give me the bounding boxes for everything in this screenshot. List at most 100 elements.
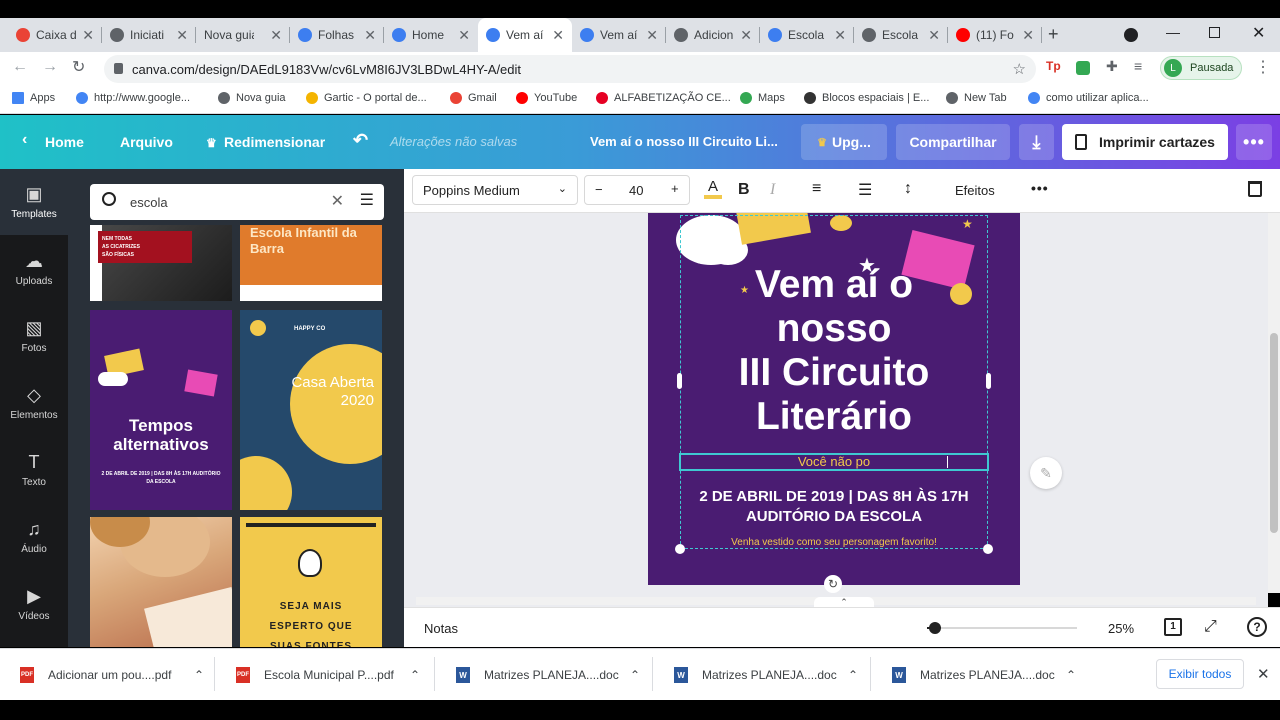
clear-search-icon[interactable]: ✕ <box>331 191 344 211</box>
template-thumbnail[interactable]: SEJA MAIS ESPERTO QUE SUAS FONTES <box>240 517 382 647</box>
browser-tab[interactable]: Escola ✕ <box>760 18 854 52</box>
bookmark-item[interactable]: YouTube <box>516 92 577 104</box>
close-tab-icon[interactable]: ✕ <box>834 27 846 44</box>
download-item[interactable]: W Matrizes PLANEJA....doc ⌃ <box>456 667 640 683</box>
rail-item-vídeos[interactable]: ▶ Vídeos <box>0 571 68 637</box>
close-tab-icon[interactable]: ✕ <box>458 27 470 44</box>
browser-tab[interactable]: Iniciati ✕ <box>102 18 196 52</box>
page-count-button[interactable]: 1 <box>1164 618 1182 636</box>
document-title[interactable]: Vem aí o nosso III Circuito Li... <box>590 134 778 149</box>
close-tab-icon[interactable]: ✕ <box>82 27 94 44</box>
trash-icon[interactable] <box>1248 181 1262 197</box>
show-all-downloads-button[interactable]: Exibir todos <box>1156 659 1244 689</box>
close-downloads-icon[interactable]: ✕ <box>1257 665 1270 683</box>
bookmark-item[interactable]: Gmail <box>450 92 497 104</box>
bookmark-star-icon[interactable]: ☆ <box>1013 60 1026 78</box>
template-thumbnail[interactable]: NEM TODAS AS CICATRIZES SÃO FÍSICAS <box>90 225 232 301</box>
rail-item-templates[interactable]: ▣ Templates <box>0 169 68 235</box>
poster-page[interactable]: ★ ★ ★ Vem aí o nosso III Circuito Literá… <box>648 213 1020 585</box>
download-item[interactable]: PDF Escola Municipal P....pdf ⌃ <box>236 667 420 683</box>
browser-tab[interactable]: Vem aí ✕ <box>478 18 572 52</box>
close-tab-icon[interactable]: ✕ <box>552 27 564 44</box>
share-button[interactable]: Compartilhar <box>896 124 1010 160</box>
template-thumbnail[interactable]: HAPPY CO Casa Aberta 2020 <box>240 310 382 510</box>
bookmark-item[interactable]: Blocos espaciais | E... <box>804 92 929 104</box>
more-options-icon[interactable]: ••• <box>1031 180 1049 196</box>
extension-tp-icon[interactable]: Tp <box>1046 59 1061 73</box>
browser-tab[interactable]: Adicion ✕ <box>666 18 760 52</box>
resize-handle[interactable] <box>986 373 991 389</box>
bookmark-item[interactable]: New Tab <box>946 92 1007 104</box>
rotate-handle-icon[interactable]: ↻ <box>824 575 842 593</box>
template-thumbnail[interactable]: Escola Infantil da Barra <box>240 225 382 301</box>
italic-button[interactable]: I <box>770 181 775 199</box>
filter-sliders-icon[interactable]: ☰ <box>360 190 374 210</box>
url-bar[interactable]: canva.com/design/DAEdL9183Vw/cv6LvM8I6JV… <box>104 55 1036 83</box>
browser-tab[interactable]: Vem aí ✕ <box>572 18 666 52</box>
rail-item-texto[interactable]: T Texto <box>0 437 68 503</box>
home-chevron-icon[interactable]: ‹ <box>22 131 27 149</box>
download-options-chevron[interactable]: ⌃ <box>410 668 420 682</box>
bookmark-item[interactable]: como utilizar aplica... <box>1028 92 1149 104</box>
download-options-chevron[interactable]: ⌃ <box>848 668 858 682</box>
bookmark-item[interactable]: http://www.google... <box>76 92 190 104</box>
tab-search-icon[interactable] <box>1124 28 1138 42</box>
download-options-chevron[interactable]: ⌃ <box>194 668 204 682</box>
close-tab-icon[interactable]: ✕ <box>270 27 282 44</box>
close-tab-icon[interactable]: ✕ <box>740 27 752 44</box>
font-size-stepper[interactable]: − 40 + <box>584 175 690 205</box>
editing-text-box[interactable]: Você não po <box>679 453 989 471</box>
effects-button[interactable]: Efeitos <box>955 183 995 198</box>
rail-item-áudio[interactable]: ♫ Áudio <box>0 504 68 570</box>
help-icon[interactable]: ? <box>1247 617 1267 637</box>
close-tab-icon[interactable]: ✕ <box>646 27 658 44</box>
template-thumbnail[interactable] <box>90 517 232 647</box>
restore-window-icon[interactable] <box>1209 27 1220 38</box>
download-options-chevron[interactable]: ⌃ <box>1066 668 1076 682</box>
upgrade-button[interactable]: ♛ Upg... <box>801 124 887 160</box>
rail-item-elementos[interactable]: ◇ Elementos <box>0 370 68 436</box>
resize-handle[interactable] <box>677 373 682 389</box>
fullscreen-icon[interactable]: ⤢ <box>1204 618 1217 636</box>
rail-item-uploads[interactable]: ☁ Uploads <box>0 236 68 302</box>
text-color-button[interactable]: A <box>704 178 722 204</box>
font-size-input[interactable]: 40 <box>629 183 643 198</box>
extensions-puzzle-icon[interactable]: ✚ <box>1106 58 1118 75</box>
close-tab-icon[interactable]: ✕ <box>364 27 376 44</box>
profile-chip[interactable]: L Pausada <box>1160 56 1242 80</box>
close-tab-icon[interactable]: ✕ <box>1022 27 1034 44</box>
close-tab-icon[interactable]: ✕ <box>928 27 940 44</box>
rail-item-fotos[interactable]: ▧ Fotos <box>0 303 68 369</box>
template-search-field[interactable]: escola ✕ ☰ <box>90 184 384 220</box>
browser-tab[interactable]: Escola ✕ <box>854 18 948 52</box>
bookmark-item[interactable]: Apps <box>12 92 55 104</box>
bold-button[interactable]: B <box>738 181 750 199</box>
browser-tab[interactable]: (11) Fo ✕ <box>948 18 1042 52</box>
bookmark-item[interactable]: Gartic - O portal de... <box>306 92 427 104</box>
download-item[interactable]: W Matrizes PLANEJA....doc ⌃ <box>892 667 1076 683</box>
download-options-chevron[interactable]: ⌃ <box>630 668 640 682</box>
download-button[interactable]: ⤓ <box>1019 124 1054 160</box>
download-item[interactable]: PDF Adicionar um pou....pdf ⌃ <box>20 667 204 683</box>
close-tab-icon[interactable]: ✕ <box>176 27 188 44</box>
back-icon[interactable]: ← <box>12 58 28 76</box>
arquivo-menu[interactable]: Arquivo <box>120 134 173 150</box>
template-thumbnail[interactable]: Tempos alternativos 2 DE ABRIL DE 2019 |… <box>90 310 232 510</box>
redimensionar-button[interactable]: Redimensionar <box>224 134 325 150</box>
line-spacing-icon[interactable]: ↕ <box>904 180 912 198</box>
poster-date[interactable]: 2 DE ABRIL DE 2019 | DAS 8H ÀS 17H AUDIT… <box>658 487 1010 527</box>
download-item[interactable]: W Matrizes PLANEJA....doc ⌃ <box>674 667 858 683</box>
list-icon[interactable]: ☰ <box>858 180 872 200</box>
bookmark-item[interactable]: Maps <box>740 92 785 104</box>
browser-menu-icon[interactable]: ⋮ <box>1255 57 1271 77</box>
home-link[interactable]: Home <box>45 134 84 150</box>
notes-button[interactable]: Notas <box>424 621 458 636</box>
browser-tab[interactable]: Home ✕ <box>384 18 478 52</box>
reading-list-icon[interactable]: ≡ <box>1134 58 1142 74</box>
browser-tab[interactable]: Folhas ✕ <box>290 18 384 52</box>
comment-button[interactable]: ✎ <box>1030 457 1062 489</box>
minimize-window-icon[interactable]: — <box>1166 24 1180 40</box>
zoom-level[interactable]: 25% <box>1108 621 1134 636</box>
scrollbar-thumb[interactable] <box>1270 333 1278 533</box>
design-canvas[interactable]: ★ ★ ★ Vem aí o nosso III Circuito Literá… <box>404 213 1268 607</box>
